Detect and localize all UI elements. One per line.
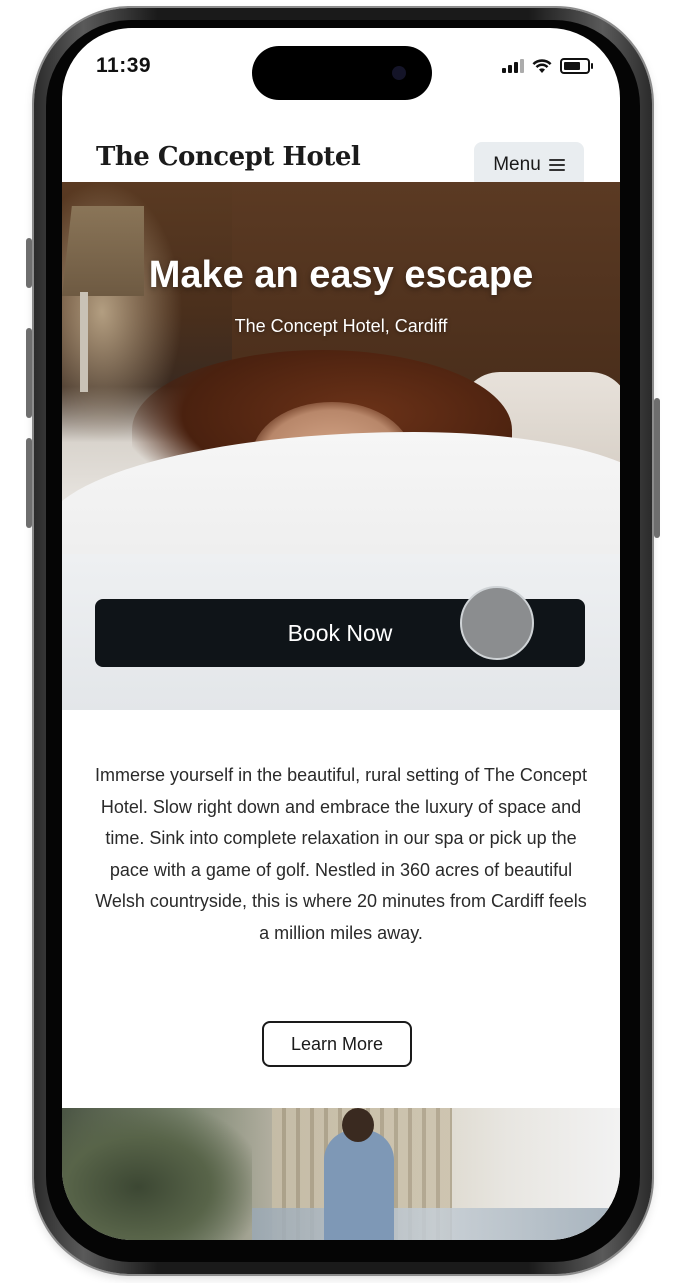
learn-more-button[interactable]: Learn More bbox=[262, 1021, 412, 1067]
restaurant-tables bbox=[252, 1208, 620, 1240]
phone-screen: 11:39 The Concept Hotel Menu Make an eas… bbox=[62, 28, 620, 1240]
power-button bbox=[654, 398, 660, 538]
hero-subtitle: The Concept Hotel, Cardiff bbox=[234, 316, 448, 336]
hero-banner: Make an easy escape The Concept Hotel, C… bbox=[62, 182, 620, 554]
status-time: 11:39 bbox=[96, 54, 152, 77]
site-logo[interactable]: The Concept Hotel bbox=[96, 142, 361, 172]
intro-text: Immerse yourself in the beautiful, rural… bbox=[95, 765, 587, 943]
status-icons bbox=[502, 58, 593, 74]
booking-section: Book Now bbox=[62, 554, 620, 710]
cellular-signal-icon bbox=[502, 59, 524, 73]
restaurant-image bbox=[62, 1108, 620, 1240]
restaurant-plant bbox=[62, 1108, 252, 1240]
hero-lamp-pole bbox=[80, 292, 88, 392]
hamburger-icon bbox=[548, 159, 565, 171]
restaurant-waiter bbox=[324, 1130, 394, 1240]
menu-label: Menu bbox=[493, 154, 541, 175]
wifi-icon bbox=[532, 58, 552, 73]
volume-up-button bbox=[26, 328, 32, 418]
volume-down-button bbox=[26, 438, 32, 528]
touch-indicator bbox=[460, 586, 534, 660]
front-camera bbox=[392, 66, 406, 80]
hero-title: Make an easy escape bbox=[148, 254, 534, 296]
dynamic-island bbox=[252, 46, 432, 100]
battery-icon bbox=[560, 58, 593, 74]
restaurant-waiter-head bbox=[342, 1108, 374, 1142]
mute-switch bbox=[26, 238, 32, 288]
